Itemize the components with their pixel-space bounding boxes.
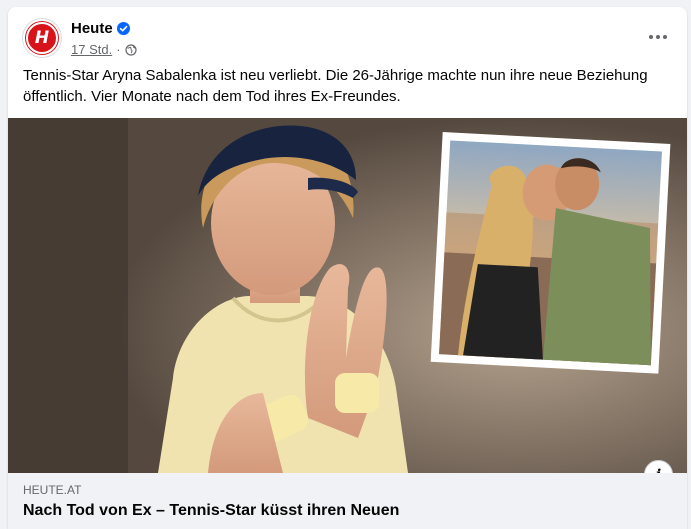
logo-letter: H: [34, 28, 50, 48]
page-avatar[interactable]: H: [22, 18, 62, 58]
link-preview[interactable]: HEUTE.AT Nach Tod von Ex – Tennis-Star k…: [8, 473, 687, 529]
link-headline[interactable]: Nach Tod von Ex – Tennis-Star küsst ihre…: [23, 502, 399, 520]
link-domain: HEUTE.AT: [23, 483, 82, 497]
post-image[interactable]: i: [8, 118, 687, 473]
verified-badge-icon: [116, 22, 130, 35]
page-name-link[interactable]: Heute: [71, 20, 113, 37]
post-meta: 17 Std. ·: [71, 42, 137, 57]
meta-separator: ·: [116, 42, 121, 57]
post-photo: [8, 118, 687, 473]
post-header: H Heute 17 Std. ·: [8, 7, 687, 67]
timestamp-link[interactable]: 17 Std.: [71, 42, 112, 57]
post-text: Tennis-Star Aryna Sabalenka ist neu verl…: [23, 67, 648, 105]
post-card: H Heute 17 Std. · Tennis-Star Aryna Saba…: [8, 7, 687, 529]
globe-icon[interactable]: [124, 43, 137, 56]
heute-logo-icon: H: [26, 22, 58, 54]
more-options-icon[interactable]: [646, 27, 670, 47]
page-name-row: Heute: [71, 20, 130, 37]
